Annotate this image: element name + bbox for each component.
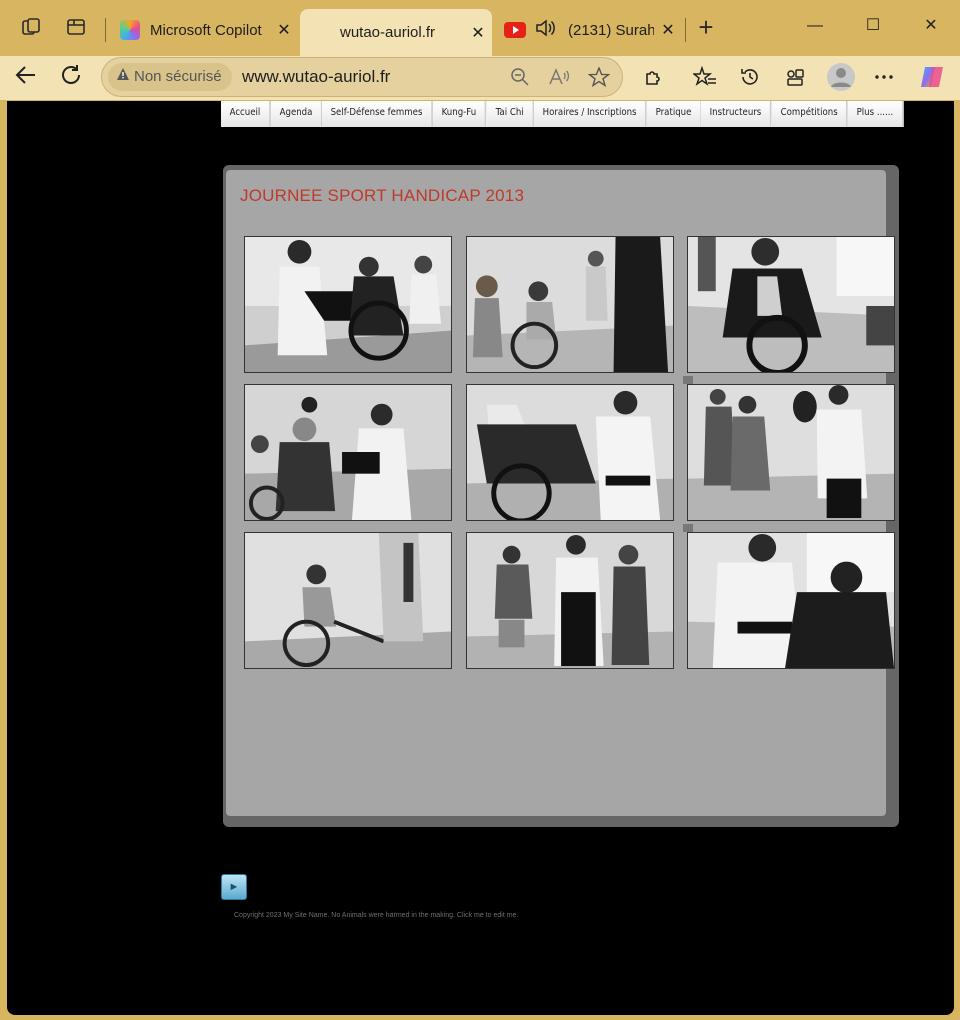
site-navigation: Accueil Agenda Self-Défense femmes Kung-Fu T… (221, 101, 904, 127)
nav-item-horaires-inscriptions[interactable]: Horaires / Inscriptions (533, 101, 647, 127)
collections-icon[interactable] (782, 66, 808, 92)
security-warning[interactable]: Non sécurisé (108, 63, 232, 91)
gallery-photo-4[interactable] (244, 384, 452, 521)
gallery-photo-5[interactable] (466, 384, 674, 521)
address-bar[interactable]: Non sécurisé www.wutao-auriol.fr (101, 57, 623, 97)
page-title: JOURNEE SPORT HANDICAP 2013 (240, 186, 525, 205)
browser-toolbar: Non sécurisé www.wutao-auriol.fr (0, 56, 960, 146)
zoom-icon[interactable] (510, 67, 530, 92)
favorite-star-icon[interactable] (587, 66, 611, 92)
nav-item-self-défense-femmes[interactable]: Self-Défense femmes (322, 101, 434, 127)
tab-separator (685, 18, 686, 42)
profile-avatar-icon[interactable] (826, 62, 856, 92)
footer-copyright[interactable]: Copyright 2023 My Site Name. No Animals … (234, 912, 518, 919)
gallery-divider (683, 376, 693, 384)
refresh-button[interactable] (55, 62, 87, 94)
close-tab-icon[interactable]: ✕ (270, 20, 298, 40)
security-label: Non sécurisé (134, 68, 222, 85)
tab-label: Microsoft Copilot (150, 21, 262, 39)
page-viewport: Accueil Agenda Self-Défense femmes Kung-Fu T… (7, 101, 954, 1015)
workspaces-icon[interactable] (20, 16, 42, 38)
tab-wutao[interactable]: wutao-auriol.fr ✕ (300, 9, 492, 56)
warning-icon (116, 63, 134, 91)
minimize-button[interactable]: — (792, 8, 838, 44)
tab-separator (105, 18, 106, 42)
tab-label: (2131) Surah (568, 21, 654, 39)
extensions-icon[interactable] (641, 66, 667, 92)
nav-item-compétitions[interactable]: Compétitions (771, 101, 848, 127)
tab-label: wutao-auriol.fr (340, 24, 436, 41)
nav-item-instructeurs[interactable]: Instructeurs (701, 101, 772, 127)
gallery-photo-2[interactable] (466, 236, 674, 373)
maximize-button[interactable]: ☐ (850, 8, 896, 44)
back-button[interactable] (10, 62, 42, 94)
nav-item-accueil[interactable]: Accueil (221, 101, 271, 127)
nav-item-pratique[interactable]: Pratique (646, 101, 702, 127)
nav-item-agenda[interactable]: Agenda (270, 101, 323, 127)
speaker-icon[interactable] (534, 18, 560, 42)
close-tab-icon[interactable]: ✕ (654, 20, 682, 40)
gallery-photo-6[interactable] (687, 384, 895, 521)
close-window-button[interactable]: ✕ (908, 8, 954, 44)
gallery-divider (683, 524, 693, 532)
tab-copilot[interactable]: Microsoft Copilot ✕ (108, 8, 298, 52)
gallery-photo-7[interactable] (244, 532, 452, 669)
tab-youtube[interactable]: (2131) Surah ✕ (492, 8, 682, 52)
youtube-favicon-icon (504, 22, 526, 38)
gallery-photo-3[interactable] (687, 236, 895, 373)
new-tab-button[interactable]: + (695, 14, 717, 40)
gallery-photo-8[interactable] (466, 532, 674, 669)
nav-item-kung-fu[interactable]: Kung-Fu (433, 101, 487, 127)
nav-item-plus[interactable]: Plus ...... (847, 101, 904, 127)
nav-item-tai-chi[interactable]: Tai Chi (486, 101, 534, 127)
read-aloud-icon[interactable] (548, 67, 570, 92)
gallery-photo-1[interactable] (244, 236, 452, 373)
close-tab-icon[interactable]: ✕ (464, 23, 492, 43)
url-text[interactable]: www.wutao-auriol.fr (242, 67, 390, 87)
copilot-favicon-icon (120, 20, 140, 40)
tab-actions-icon[interactable] (65, 16, 87, 38)
copilot-icon[interactable] (917, 62, 947, 92)
favorites-icon[interactable] (691, 65, 718, 92)
play-button[interactable]: ► (221, 874, 247, 900)
more-options-icon[interactable] (871, 66, 897, 92)
browser-titlebar: Microsoft Copilot ✕ wutao-auriol.fr ✕ (2… (0, 0, 960, 56)
gallery-photo-9[interactable] (687, 532, 895, 669)
history-icon[interactable] (737, 66, 763, 92)
